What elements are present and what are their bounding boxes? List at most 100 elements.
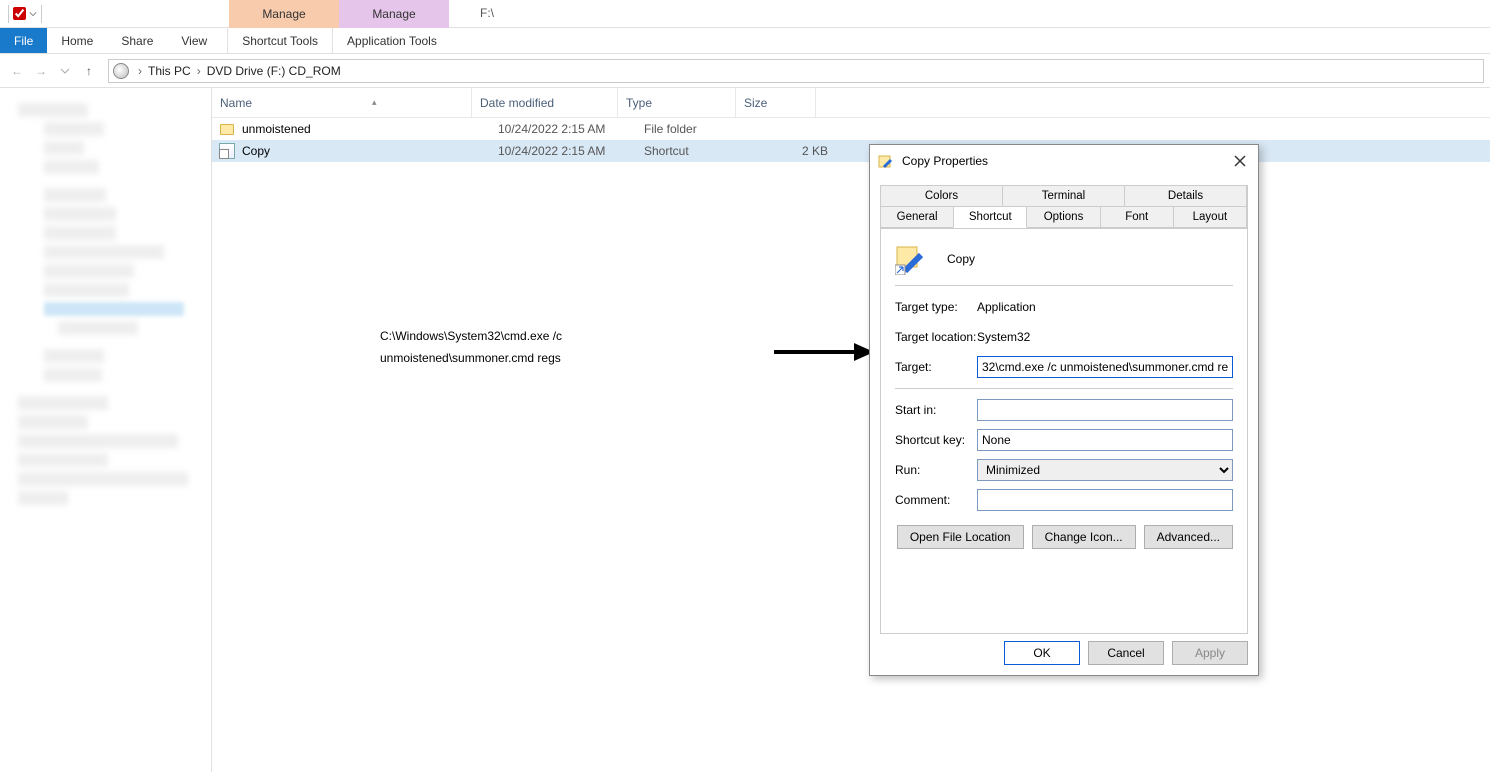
file-row-shortcut[interactable]: Copy 10/24/2022 2:15 AM Shortcut 2 KB	[212, 140, 1490, 162]
sidebar-item[interactable]	[18, 472, 188, 486]
sidebar-item[interactable]	[18, 396, 108, 410]
tab-application-tools[interactable]: Application Tools	[332, 28, 451, 53]
close-icon	[1234, 155, 1246, 167]
input-start-in[interactable]	[977, 399, 1233, 421]
qat-separator	[8, 5, 9, 23]
cancel-button[interactable]: Cancel	[1088, 641, 1164, 665]
sidebar-item[interactable]	[44, 141, 84, 155]
input-target[interactable]	[977, 356, 1233, 378]
value-target-location: System32	[977, 330, 1233, 344]
dialog-icon	[878, 153, 894, 169]
navigation-pane[interactable]	[0, 88, 212, 772]
change-icon-button[interactable]: Change Icon...	[1032, 525, 1136, 549]
tab-file[interactable]: File	[0, 28, 47, 53]
sidebar-item[interactable]	[44, 368, 102, 382]
contextual-tab-application[interactable]: Manage	[339, 0, 449, 28]
sidebar-item[interactable]	[18, 103, 88, 117]
dialog-body: Colors Terminal Details General Shortcut…	[870, 177, 1258, 634]
tab-details[interactable]: Details	[1124, 185, 1247, 207]
label-comment: Comment:	[895, 493, 977, 507]
contextual-tab-shortcut[interactable]: Manage	[229, 0, 339, 28]
ok-button[interactable]: OK	[1004, 641, 1080, 665]
value-target-type: Application	[977, 300, 1233, 314]
sidebar-item[interactable]	[18, 491, 68, 505]
col-name[interactable]: Name	[212, 88, 472, 117]
chevron-right-icon[interactable]: ›	[135, 64, 145, 78]
sidebar-item[interactable]	[58, 321, 138, 335]
apply-button[interactable]: Apply	[1172, 641, 1248, 665]
shortcut-name-label: Copy	[947, 252, 975, 266]
qat-checkbox[interactable]	[13, 7, 26, 20]
file-name: unmoistened	[242, 122, 498, 136]
chevron-right-icon[interactable]: ›	[194, 64, 204, 78]
sidebar-item[interactable]	[44, 122, 104, 136]
tab-terminal[interactable]: Terminal	[1002, 185, 1125, 207]
window-path-hint: F:\	[480, 6, 494, 20]
file-row-folder[interactable]: unmoistened 10/24/2022 2:15 AM File fold…	[212, 118, 1490, 140]
tab-colors[interactable]: Colors	[880, 185, 1003, 207]
col-date[interactable]: Date modified	[472, 88, 618, 117]
open-file-location-button[interactable]: Open File Location	[897, 525, 1024, 549]
annotation-arrow-icon	[764, 340, 874, 364]
tab-home[interactable]: Home	[47, 28, 107, 53]
quick-access-toolbar: Manage Manage F:\	[0, 0, 1490, 28]
dialog-footer: OK Cancel Apply	[870, 631, 1258, 675]
sidebar-item[interactable]	[44, 207, 116, 221]
back-button[interactable]: ←	[6, 60, 28, 82]
sidebar-item[interactable]	[18, 453, 108, 467]
col-type[interactable]: Type	[618, 88, 736, 117]
file-date: 10/24/2022 2:15 AM	[498, 122, 644, 136]
tab-view[interactable]: View	[167, 28, 221, 53]
navigation-row: ← → ↑ › This PC › DVD Drive (F:) CD_ROM	[0, 54, 1490, 88]
sidebar-item[interactable]	[44, 264, 134, 278]
column-headers[interactable]: Name Date modified Type Size	[212, 88, 1490, 118]
tab-share[interactable]: Share	[107, 28, 167, 53]
annotation-text: C:\Windows\System32\cmd.exe /c unmoisten…	[380, 324, 562, 368]
tab-shortcut-tools[interactable]: Shortcut Tools	[227, 28, 332, 53]
select-run[interactable]: Minimized	[977, 459, 1233, 481]
qat-dropdown-icon[interactable]	[29, 10, 37, 18]
sidebar-item[interactable]	[44, 245, 164, 259]
close-button[interactable]	[1230, 151, 1250, 171]
label-run: Run:	[895, 463, 977, 477]
input-comment[interactable]	[977, 489, 1233, 511]
advanced-button[interactable]: Advanced...	[1144, 525, 1233, 549]
recent-dropdown-icon[interactable]	[54, 60, 76, 82]
tab-font[interactable]: Font	[1100, 206, 1174, 228]
file-type: File folder	[644, 122, 762, 136]
shortcut-icon	[218, 142, 236, 160]
sidebar-item[interactable]	[44, 188, 106, 202]
label-shortcut-key: Shortcut key:	[895, 433, 977, 447]
breadcrumb-drive[interactable]: DVD Drive (F:) CD_ROM	[204, 64, 344, 78]
ribbon-tabs: File Home Share View Shortcut Tools Appl…	[0, 28, 1490, 54]
forward-button[interactable]: →	[30, 60, 52, 82]
file-name: Copy	[242, 144, 498, 158]
sidebar-item[interactable]	[44, 349, 104, 363]
qat-separator-2	[41, 5, 42, 23]
file-date: 10/24/2022 2:15 AM	[498, 144, 644, 158]
address-bar[interactable]: › This PC › DVD Drive (F:) CD_ROM	[108, 59, 1484, 83]
label-target: Target:	[895, 360, 977, 374]
dialog-title: Copy Properties	[902, 154, 1230, 168]
col-size[interactable]: Size	[736, 88, 816, 117]
dialog-titlebar[interactable]: Copy Properties	[870, 145, 1258, 177]
divider	[895, 388, 1233, 389]
drive-icon	[113, 63, 129, 79]
sidebar-item[interactable]	[18, 434, 178, 448]
label-target-type: Target type:	[895, 300, 977, 314]
tab-options[interactable]: Options	[1026, 206, 1100, 228]
input-shortcut-key[interactable]	[977, 429, 1233, 451]
sidebar-item-selected[interactable]	[44, 302, 184, 316]
breadcrumb-this-pc[interactable]: This PC	[145, 64, 194, 78]
properties-dialog: Copy Properties Colors Terminal Details …	[869, 144, 1259, 676]
tab-shortcut[interactable]: Shortcut	[953, 206, 1027, 228]
sidebar-item[interactable]	[18, 415, 88, 429]
sidebar-item[interactable]	[44, 226, 116, 240]
sidebar-item[interactable]	[44, 160, 99, 174]
label-start-in: Start in:	[895, 403, 977, 417]
sidebar-item[interactable]	[44, 283, 129, 297]
up-button[interactable]: ↑	[78, 60, 100, 82]
tab-layout[interactable]: Layout	[1173, 206, 1247, 228]
tab-general[interactable]: General	[880, 206, 954, 228]
shortcut-large-icon	[895, 243, 927, 275]
